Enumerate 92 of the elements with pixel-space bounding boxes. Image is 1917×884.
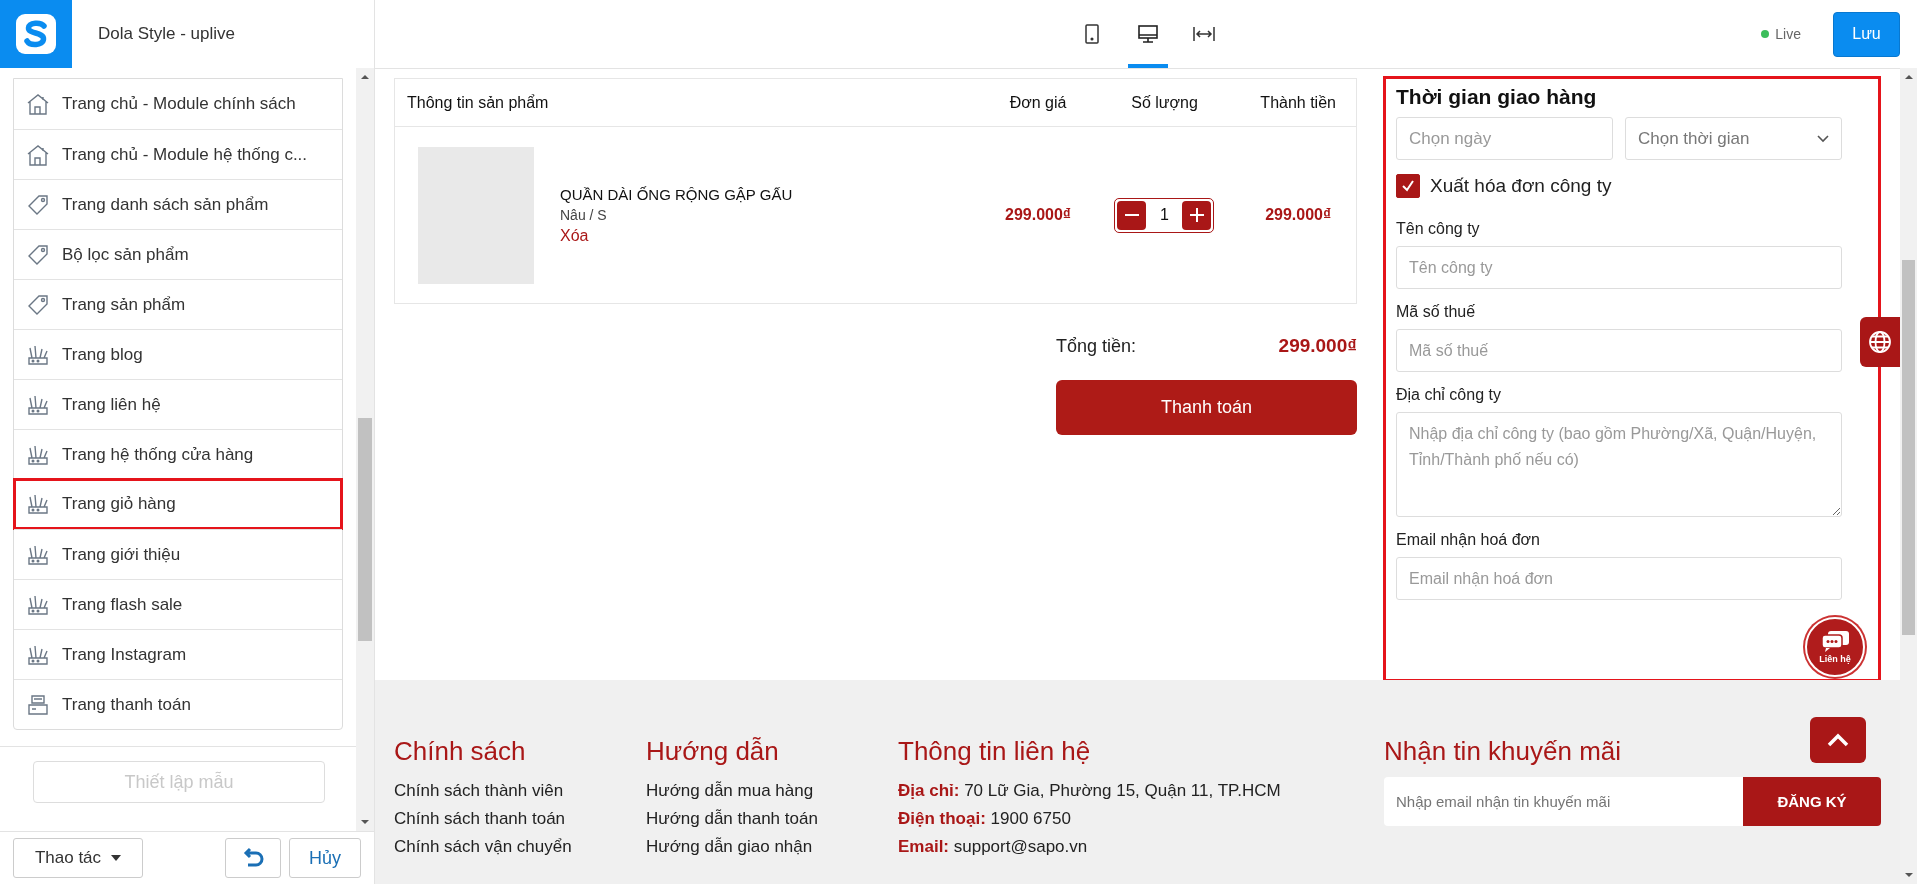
footer-link[interactable]: Hướng dẫn giao nhận xyxy=(646,833,898,861)
column-header: Số lượng xyxy=(1088,78,1241,127)
cancel-button[interactable]: Hủy xyxy=(289,838,361,878)
scroll-up-button[interactable] xyxy=(1810,717,1866,763)
sidebar-item[interactable]: Bộ lọc sản phẩm xyxy=(14,229,342,279)
store-title: Dola Style - uplive xyxy=(98,24,235,44)
status-dot xyxy=(1761,30,1770,38)
sidebar-item[interactable]: Trang flash sale xyxy=(14,579,342,629)
contact-line: Địa chỉ: 70 Lữ Gia, Phường 15, Quận 11, TP.HCM xyxy=(898,780,1281,802)
remove-link[interactable]: Xóa xyxy=(560,226,793,245)
footer-heading: Thông tin liên hệ xyxy=(898,736,1091,767)
scrollbar[interactable] xyxy=(356,68,374,831)
field-label: Địa chỉ công ty xyxy=(1396,386,1502,404)
house-icon xyxy=(26,93,50,115)
total-amount: 299.000₫ xyxy=(1278,335,1357,357)
tools-icon xyxy=(26,593,50,616)
sidebar-item[interactable]: Trang Instagram xyxy=(14,629,342,679)
tools-icon xyxy=(26,443,50,466)
sidebar-item[interactable]: Trang sản phẩm xyxy=(14,279,342,329)
footer-link[interactable]: Chính sách thanh toán xyxy=(394,805,646,833)
scrollbar[interactable] xyxy=(1900,68,1917,884)
total-label: Tổng tiền: xyxy=(1056,335,1137,357)
actions-dropdown[interactable]: Thao tác xyxy=(13,838,143,878)
contact-line: Điện thoại: 1900 6750 xyxy=(898,808,1072,830)
sidebar-item[interactable]: Trang danh sách sản phẩm xyxy=(14,179,342,229)
subscribe-button[interactable]: ĐĂNG KÝ xyxy=(1743,777,1881,826)
globe-icon[interactable] xyxy=(1860,317,1900,367)
chat-bubbles-icon xyxy=(1820,630,1850,652)
footer-heading: Hướng dẫn xyxy=(646,736,779,767)
sidebar-item[interactable]: Trang blog xyxy=(14,329,342,379)
footer-heading: Chính sách xyxy=(394,736,526,767)
address-textarea[interactable]: Nhập địa chỉ công ty (bao gồm Phường/Xã, Quận/Huyện, Tỉnh/Thành phố nếu có) xyxy=(1396,412,1842,517)
input-field[interactable]: Mã số thuế xyxy=(1396,329,1842,372)
footer-link[interactable]: Chính sách thành viên xyxy=(394,777,646,805)
sidebar-item[interactable]: Trang chủ - Module hệ thống c... xyxy=(14,129,342,179)
panel-title: Thời gian giao hàng xyxy=(1396,85,1598,109)
minus-icon[interactable] xyxy=(1117,200,1147,230)
chevron-up-icon xyxy=(1827,733,1849,747)
unit-price: 299.000₫ xyxy=(1005,206,1072,223)
plus-icon[interactable] xyxy=(1182,200,1212,230)
scroll-up-arrow-icon[interactable] xyxy=(1903,72,1914,82)
sidebar-item[interactable]: Trang thanh toán xyxy=(14,679,342,729)
column-header: Thành tiền xyxy=(1240,78,1357,127)
tag-icon xyxy=(26,193,50,216)
product-variant: Nâu / S xyxy=(560,206,608,223)
tag-icon xyxy=(26,243,50,266)
email-field[interactable]: Nhập email nhận tin khuyến mãi xyxy=(1384,777,1743,826)
tools-icon xyxy=(26,343,50,366)
time-dropdown[interactable]: Chọn thời gian xyxy=(1625,117,1842,160)
line-total: 299.000₫ xyxy=(1265,206,1332,223)
sidebar-item[interactable]: Trang giới thiệu xyxy=(14,529,342,579)
caret-icon xyxy=(111,855,122,861)
footer-link[interactable]: Hướng dẫn thanh toán xyxy=(646,805,898,833)
input-field[interactable]: Email nhận hoá đơn xyxy=(1396,557,1842,600)
tools-icon xyxy=(26,543,50,566)
live-status: Live xyxy=(1775,26,1801,42)
scroll-down-arrow-icon[interactable] xyxy=(1903,870,1914,880)
invoice-checkbox[interactable] xyxy=(1396,174,1420,198)
scrollbar-thumb[interactable] xyxy=(358,418,372,641)
checkout-button[interactable]: Thanh toán xyxy=(1056,380,1357,435)
scroll-down-arrow-icon[interactable] xyxy=(360,817,370,827)
undo-button[interactable] xyxy=(225,838,281,878)
contact-line: Email: support@sapo.vn xyxy=(898,836,1089,858)
field-label: Mã số thuế xyxy=(1396,303,1477,321)
tag-icon xyxy=(26,293,50,316)
date-field[interactable]: Chọn ngày xyxy=(1396,117,1613,160)
quantity-stepper[interactable]: 1 xyxy=(1114,197,1215,233)
invoice-label: Xuất hóa đơn công ty xyxy=(1430,175,1612,197)
field-label: Email nhận hoá đơn xyxy=(1396,531,1541,549)
scrollbar-thumb[interactable] xyxy=(1902,260,1915,635)
scroll-up-arrow-icon[interactable] xyxy=(360,72,370,82)
undo-icon xyxy=(241,847,265,869)
field-label: Tên công ty xyxy=(1396,220,1481,238)
tools-icon xyxy=(26,643,50,666)
column-header: Thông tin sản phẩm xyxy=(394,78,988,127)
product-name[interactable]: QUẦN DÀI ỐNG RỘNG GẬP GẤU xyxy=(560,185,793,203)
cash-register-icon xyxy=(26,693,50,716)
checkmark-icon xyxy=(1401,179,1415,193)
app-logo[interactable] xyxy=(0,0,72,68)
chat-button[interactable]: Liên hệ xyxy=(1805,617,1865,677)
house-icon xyxy=(26,143,50,166)
tools-icon xyxy=(26,493,50,515)
sidebar-item[interactable]: Trang chủ - Module chính sách xyxy=(14,79,342,129)
input-field[interactable]: Tên công ty xyxy=(1396,246,1842,289)
footer-link[interactable]: Hướng dẫn mua hàng xyxy=(646,777,898,805)
tools-icon xyxy=(26,393,50,416)
footer-heading: Nhận tin khuyến mãi xyxy=(1384,736,1622,767)
sidebar-item[interactable]: Trang liên hệ xyxy=(14,379,342,429)
sidebar-item[interactable]: Trang giỏ hàng xyxy=(13,478,343,530)
chevron-down-icon xyxy=(1817,134,1829,143)
column-header: Đơn giá xyxy=(987,78,1089,127)
footer-link[interactable]: Chính sách vận chuyển xyxy=(394,833,646,861)
